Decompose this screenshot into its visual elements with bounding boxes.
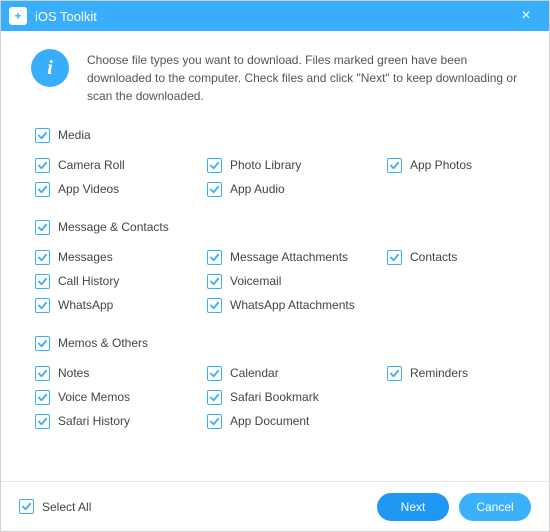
- filetype-item[interactable]: Reminders: [387, 361, 517, 385]
- checkbox[interactable]: [35, 182, 50, 197]
- checkbox[interactable]: [207, 390, 222, 405]
- checkbox[interactable]: [35, 274, 50, 289]
- checkbox[interactable]: [387, 158, 402, 173]
- titlebar: + iOS Toolkit ×: [1, 1, 549, 31]
- filetype-item[interactable]: Message Attachments: [207, 245, 387, 269]
- group-header-memos-others[interactable]: Memos & Others: [35, 331, 525, 355]
- filetype-item[interactable]: Call History: [35, 269, 207, 293]
- filetype-label: WhatsApp: [58, 298, 113, 312]
- filetype-label: App Audio: [230, 182, 285, 196]
- select-all-checkbox[interactable]: [19, 499, 34, 514]
- select-all-label: Select All: [42, 500, 91, 514]
- checkbox[interactable]: [35, 336, 50, 351]
- file-type-groups: Media Camera Roll Photo Library App Photos A…: [25, 123, 525, 433]
- group-memos-others: Memos & Others Notes Calendar Reminders Voic…: [35, 331, 525, 433]
- filetype-label: Safari Bookmark: [230, 390, 319, 404]
- spacer: [387, 385, 517, 409]
- spacer: [387, 293, 517, 317]
- filetype-item[interactable]: WhatsApp: [35, 293, 207, 317]
- filetype-label: Reminders: [410, 366, 468, 380]
- filetype-label: App Document: [230, 414, 309, 428]
- filetype-label: Camera Roll: [58, 158, 125, 172]
- info-icon: i: [31, 49, 69, 87]
- filetype-item[interactable]: Voice Memos: [35, 385, 207, 409]
- filetype-label: Notes: [58, 366, 89, 380]
- group-message-contacts: Message & Contacts Messages Message Attach…: [35, 215, 525, 317]
- content: i Choose file types you want to download…: [1, 31, 549, 481]
- filetype-item[interactable]: App Photos: [387, 153, 517, 177]
- filetype-item[interactable]: Messages: [35, 245, 207, 269]
- app-icon: +: [9, 7, 27, 25]
- filetype-item[interactable]: Calendar: [207, 361, 387, 385]
- checkbox[interactable]: [207, 414, 222, 429]
- filetype-item[interactable]: Contacts: [387, 245, 517, 269]
- checkbox[interactable]: [387, 366, 402, 381]
- checkbox[interactable]: [387, 250, 402, 265]
- spacer: [387, 269, 517, 293]
- filetype-label: Calendar: [230, 366, 279, 380]
- filetype-label: Photo Library: [230, 158, 301, 172]
- footer: Select All Next Cancel: [1, 481, 549, 531]
- filetype-item[interactable]: Safari History: [35, 409, 207, 433]
- filetype-item[interactable]: Camera Roll: [35, 153, 207, 177]
- checkbox[interactable]: [35, 414, 50, 429]
- info-text: Choose file types you want to download. …: [87, 49, 525, 105]
- checkbox[interactable]: [35, 220, 50, 235]
- window-title: iOS Toolkit: [35, 9, 511, 24]
- items: Messages Message Attachments Contacts Call …: [35, 245, 525, 317]
- checkbox[interactable]: [35, 158, 50, 173]
- filetype-item[interactable]: Photo Library: [207, 153, 387, 177]
- group-header-media[interactable]: Media: [35, 123, 525, 147]
- group-header-message-contacts[interactable]: Message & Contacts: [35, 215, 525, 239]
- checkbox[interactable]: [35, 250, 50, 265]
- items: Notes Calendar Reminders Voice Memos Safari …: [35, 361, 525, 433]
- filetype-label: Contacts: [410, 250, 457, 264]
- checkbox[interactable]: [207, 250, 222, 265]
- checkbox[interactable]: [35, 390, 50, 405]
- filetype-item[interactable]: Notes: [35, 361, 207, 385]
- group-header-label: Message & Contacts: [58, 220, 169, 234]
- group-media: Media Camera Roll Photo Library App Photos A…: [35, 123, 525, 201]
- filetype-label: Message Attachments: [230, 250, 348, 264]
- filetype-label: Safari History: [58, 414, 130, 428]
- spacer: [387, 409, 517, 433]
- checkbox[interactable]: [207, 274, 222, 289]
- filetype-label: WhatsApp Attachments: [230, 298, 355, 312]
- cancel-button[interactable]: Cancel: [459, 493, 531, 521]
- filetype-label: App Videos: [58, 182, 119, 196]
- checkbox[interactable]: [35, 298, 50, 313]
- checkbox[interactable]: [207, 366, 222, 381]
- info-row: i Choose file types you want to download…: [25, 49, 525, 105]
- close-icon[interactable]: ×: [511, 7, 541, 25]
- filetype-label: Voicemail: [230, 274, 281, 288]
- group-header-label: Memos & Others: [58, 336, 148, 350]
- checkbox[interactable]: [35, 128, 50, 143]
- checkbox[interactable]: [207, 158, 222, 173]
- filetype-label: Call History: [58, 274, 119, 288]
- next-button[interactable]: Next: [377, 493, 449, 521]
- group-header-label: Media: [58, 128, 91, 142]
- filetype-label: Messages: [58, 250, 113, 264]
- checkbox[interactable]: [207, 298, 222, 313]
- filetype-item[interactable]: WhatsApp Attachments: [207, 293, 387, 317]
- window: + iOS Toolkit × i Choose file types you …: [0, 0, 550, 532]
- filetype-item[interactable]: App Audio: [207, 177, 387, 201]
- select-all[interactable]: Select All: [19, 499, 367, 514]
- filetype-item[interactable]: Voicemail: [207, 269, 387, 293]
- checkbox[interactable]: [35, 366, 50, 381]
- filetype-label: Voice Memos: [58, 390, 130, 404]
- filetype-item[interactable]: App Document: [207, 409, 387, 433]
- filetype-label: App Photos: [410, 158, 472, 172]
- items: Camera Roll Photo Library App Photos App Vi…: [35, 153, 525, 201]
- filetype-item[interactable]: App Videos: [35, 177, 207, 201]
- spacer: [387, 177, 517, 201]
- filetype-item[interactable]: Safari Bookmark: [207, 385, 387, 409]
- checkbox[interactable]: [207, 182, 222, 197]
